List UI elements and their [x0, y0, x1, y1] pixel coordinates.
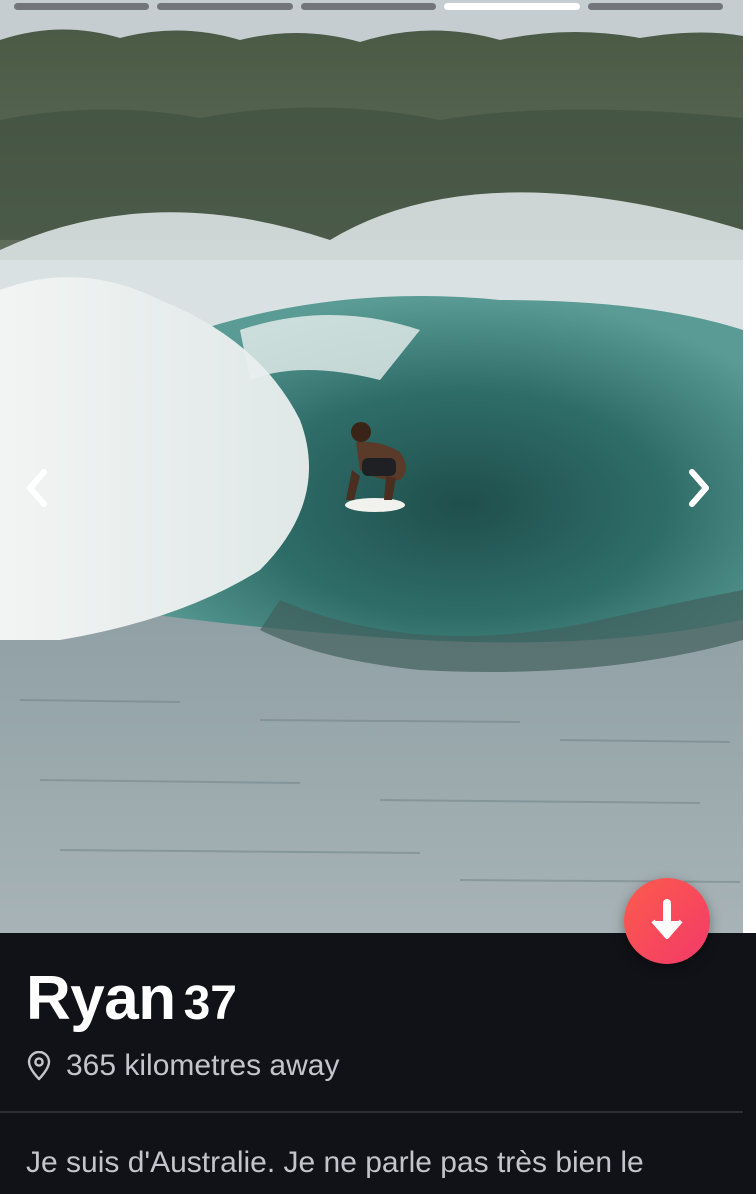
- next-photo-button[interactable]: [674, 462, 724, 514]
- profile-info: Ryan 37 365 kilometres away Je suis d'Aus…: [0, 933, 756, 1194]
- profile-card: Ryan 37 365 kilometres away Je suis d'Aus…: [0, 0, 756, 1194]
- location-pin-icon: [26, 1051, 52, 1081]
- photo-progress-segment[interactable]: [587, 3, 724, 10]
- photo-progress-segment[interactable]: [157, 3, 293, 10]
- profile-photo[interactable]: [0, 0, 743, 933]
- photo-progress-segment-active[interactable]: [444, 3, 580, 10]
- distance-row: 365 kilometres away: [26, 1049, 339, 1083]
- profile-age: 37: [183, 977, 237, 1030]
- profile-name: Ryan: [26, 964, 176, 1033]
- chevron-right-icon: [689, 469, 709, 507]
- photo-progress-segment[interactable]: [300, 3, 437, 10]
- previous-photo-button[interactable]: [12, 462, 62, 514]
- collapse-profile-button[interactable]: [624, 878, 710, 964]
- photo-progress-segment[interactable]: [14, 3, 150, 10]
- profile-bio: Je suis d'Australie. Je ne parle pas trè…: [26, 1146, 644, 1179]
- arrow-down-icon: [651, 899, 683, 939]
- surf-wave-image: [0, 0, 743, 933]
- divider: [0, 1111, 743, 1113]
- photo-progress-indicator: [14, 3, 724, 10]
- chevron-left-icon: [27, 469, 47, 507]
- name-age-heading: Ryan 37: [26, 963, 237, 1034]
- distance-text: 365 kilometres away: [66, 1049, 340, 1082]
- card-edge: [743, 0, 756, 933]
